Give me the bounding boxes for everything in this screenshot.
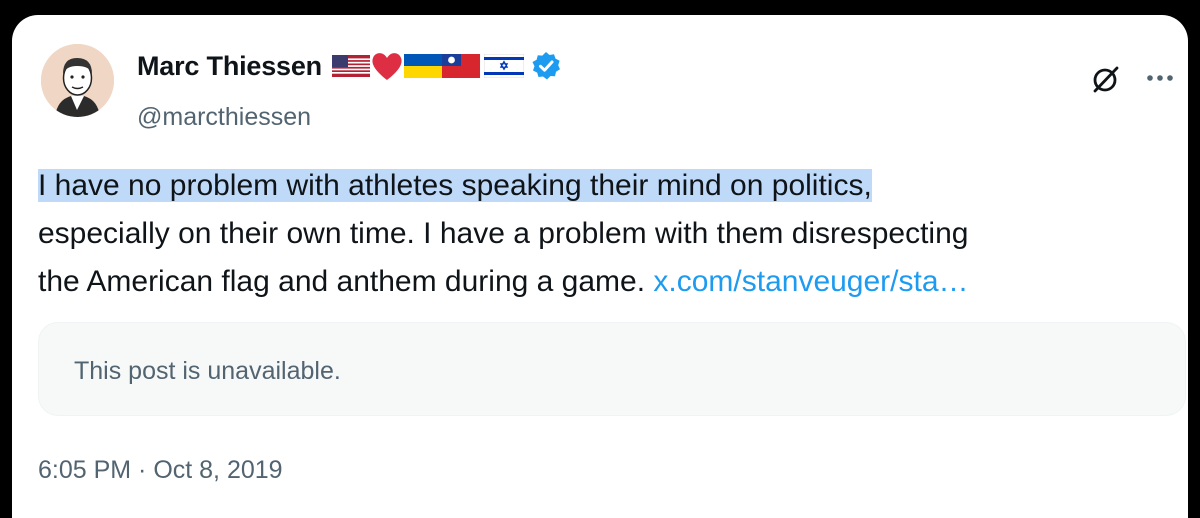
tweet-timestamp[interactable]: 6:05 PM · Oct 8, 2019 [38, 456, 283, 485]
tweet-text-line-2: especially on their own time. I have a p… [38, 217, 969, 250]
tweet-link[interactable]: x.com/stanveuger/sta… [653, 265, 968, 298]
quoted-post-card[interactable]: This post is unavailable. [38, 322, 1186, 416]
ukraine-flag-icon [403, 54, 442, 78]
taiwan-flag-icon [441, 54, 480, 78]
tweet-text-line-3: the American flag and anthem during a ga… [38, 265, 654, 298]
grok-icon[interactable] [1091, 64, 1121, 94]
israel-flag-icon [483, 54, 524, 78]
quoted-post-unavailable-text: This post is unavailable. [74, 357, 341, 385]
more-icon[interactable] [1146, 74, 1174, 82]
tweet-text: I have no problem with athletes speaking… [38, 162, 1168, 306]
us-flag-icon [331, 55, 370, 77]
tweet-text-highlighted-line: I have no problem with athletes speaking… [38, 169, 872, 202]
tweet-card: Marc Thiessen @marcthiessen I have no pr… [12, 15, 1188, 518]
author-name-row: Marc Thiessen [137, 49, 562, 83]
red-heart-icon [372, 53, 402, 80]
avatar[interactable] [41, 44, 114, 117]
name-emojis [331, 50, 562, 82]
author-handle[interactable]: @marcthiessen [137, 103, 311, 132]
verified-badge-icon[interactable] [530, 50, 562, 82]
display-name[interactable]: Marc Thiessen [137, 51, 322, 82]
